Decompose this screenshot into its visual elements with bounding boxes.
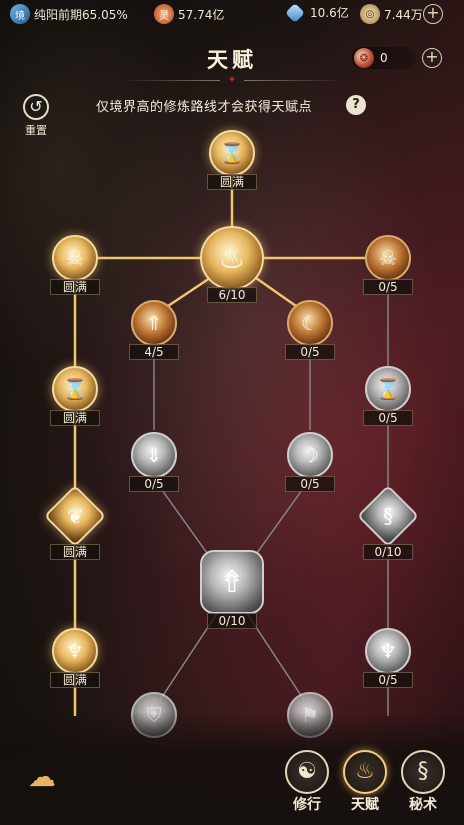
- talent-node-right2-label: 0/5: [363, 410, 413, 426]
- secret-art-icon: §: [401, 750, 445, 794]
- talent-node-left1-label: 圆满: [50, 279, 100, 295]
- talent-node-right2[interactable]: ⌛: [365, 366, 411, 412]
- talent-node-left4-label: 圆满: [50, 672, 100, 688]
- tab-talent-label: 天赋: [351, 797, 379, 813]
- moon-down-icon: ☽: [301, 443, 319, 467]
- talent-node-left2-label: 圆满: [50, 410, 100, 426]
- talent-node-bottom-center-label: 0/10: [207, 613, 257, 629]
- bottom-fade: [0, 712, 464, 825]
- moon-up-icon: ☾: [301, 311, 319, 335]
- tab-cultivate-label: 修行: [293, 797, 321, 813]
- talent-node-right1-label: 0/5: [363, 279, 413, 295]
- talent-node-right4-label: 0/5: [363, 672, 413, 688]
- demon-mask-icon: ☠: [66, 246, 84, 270]
- tab-talent[interactable]: ♨ 天赋: [342, 750, 388, 814]
- talent-node-rmid1[interactable]: ☾: [287, 300, 333, 346]
- tab-cultivate[interactable]: ☯ 修行: [284, 750, 330, 814]
- cultivate-icon: ☯: [285, 750, 329, 794]
- talent-node-lmid1-label: 4/5: [129, 344, 179, 360]
- demon-mask-icon: ☠: [379, 246, 397, 270]
- talent-node-rmid2[interactable]: ☽: [287, 432, 333, 478]
- tab-secret-art[interactable]: § 秘术: [400, 750, 446, 814]
- phoenix-icon: ❦: [66, 503, 84, 528]
- talent-node-right1[interactable]: ☠: [365, 235, 411, 281]
- talent-node-right4[interactable]: ♆: [365, 628, 411, 674]
- talent-node-rmid1-label: 0/5: [285, 344, 335, 360]
- fire-spirit-icon: ♆: [66, 639, 84, 663]
- talent-node-center-label: 6/10: [207, 287, 257, 303]
- talent-node-left4[interactable]: ♆: [52, 628, 98, 674]
- talent-node-bottom-center[interactable]: ⇮: [200, 550, 264, 614]
- inactive-paths: [153, 280, 389, 716]
- talent-node-top-label: 圆满: [207, 174, 257, 190]
- talent-node-top[interactable]: ⌛: [209, 130, 255, 176]
- hourglass-icon: ⌛: [62, 377, 88, 401]
- dragon-icon: §: [383, 504, 393, 528]
- talent-node-lmid2[interactable]: ⇓: [131, 432, 177, 478]
- flame-icon: ♨: [218, 240, 246, 276]
- talent-node-right3-label: 0/10: [363, 544, 413, 560]
- fire-spirit-icon: ♆: [379, 639, 397, 663]
- talent-node-lmid1[interactable]: ⇑: [131, 300, 177, 346]
- sword-up-icon: ⇑: [145, 311, 163, 335]
- hourglass-icon: ⌛: [375, 377, 401, 401]
- hourglass-icon: ⌛: [219, 141, 245, 165]
- talent-node-rmid2-label: 0/5: [285, 476, 335, 492]
- cloud-emblem-icon[interactable]: ☁: [22, 760, 62, 794]
- talent-node-center[interactable]: ♨: [200, 226, 264, 290]
- talent-node-left1[interactable]: ☠: [52, 235, 98, 281]
- talent-node-left3-label: 圆满: [50, 544, 100, 560]
- talent-node-left2[interactable]: ⌛: [52, 366, 98, 412]
- sword-down-icon: ⇓: [145, 443, 163, 467]
- deity-arrow-icon: ⇮: [219, 564, 245, 600]
- talent-node-lmid2-label: 0/5: [129, 476, 179, 492]
- talent-icon: ♨: [343, 750, 387, 794]
- tab-secret-art-label: 秘术: [409, 797, 437, 813]
